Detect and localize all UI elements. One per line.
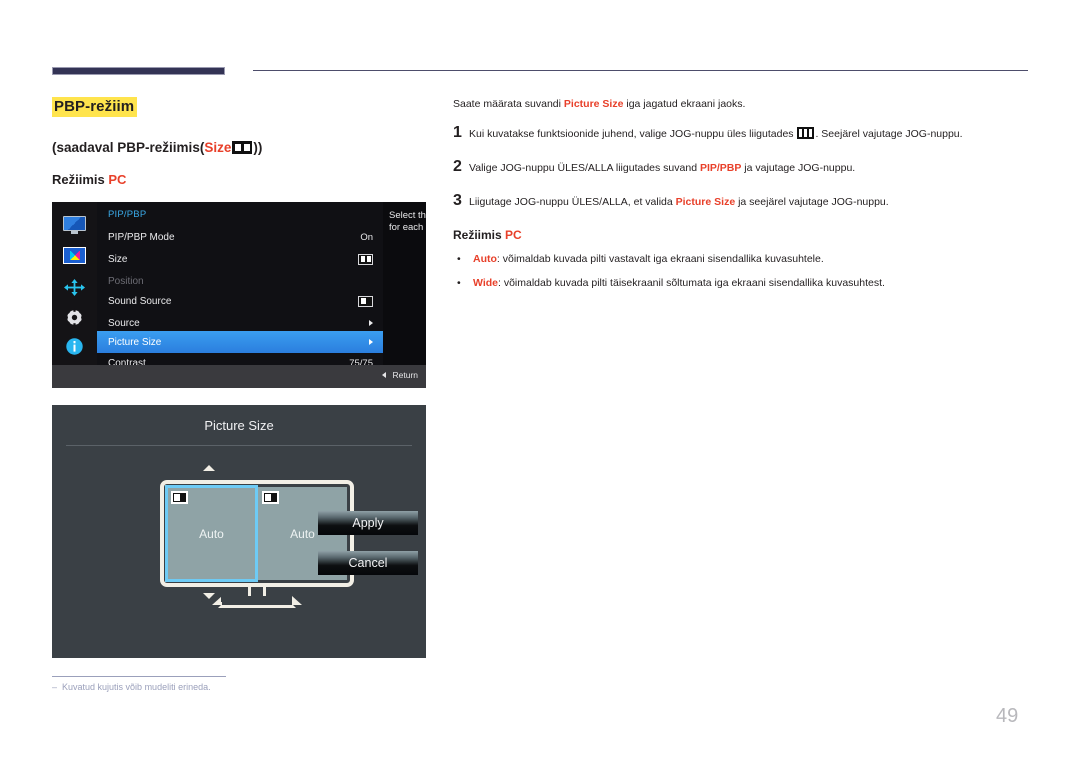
page-title: PBP-režiim: [52, 97, 138, 117]
step-text-part2: ja seejärel vajutage JOG-nuppu.: [735, 196, 889, 208]
mode-heading-label: Režiimis: [453, 228, 506, 242]
bullet-description: : võimaldab kuvada pilti vastavalt iga e…: [496, 253, 824, 265]
pip-pbp-icon[interactable]: [63, 247, 86, 266]
dialog-title: Picture Size: [204, 418, 274, 433]
osd-row-pip-pbp-mode[interactable]: PIP/PBP Mode On: [97, 226, 383, 248]
list-item: 2 Valige JOG-nuppu ÜLES/ALLA liigutades …: [453, 158, 1033, 176]
monitor-neck: [248, 587, 266, 596]
osd-menu-title: PIP/PBP: [108, 209, 147, 220]
step-text-part1: Kui kuvatakse funktsioonide juhend, vali…: [469, 128, 797, 140]
osd-row-label: Position: [108, 275, 144, 287]
list-item: 3 Liigutage JOG-nuppu ÜLES/ALLA, et vali…: [453, 192, 1033, 210]
osd-row-position: Position: [97, 270, 383, 292]
lead-part1: Saate määrata suvandi: [453, 98, 564, 110]
osd-row-label: Size: [108, 253, 128, 265]
list-item: 1 Kui kuvatakse funktsioonide juhend, va…: [453, 124, 1033, 142]
preview-pane-left[interactable]: Auto: [165, 485, 258, 582]
cancel-button[interactable]: Cancel: [318, 551, 418, 575]
footnote-divider: [52, 676, 226, 677]
osd-return-button[interactable]: Return: [382, 370, 418, 380]
osd-bottom-bar: Return: [52, 365, 426, 388]
page-number: 49: [996, 705, 1019, 727]
step-text: Valige JOG-nuppu ÜLES/ALLA liigutades su…: [469, 160, 855, 176]
arrow-up-icon[interactable]: [203, 465, 215, 471]
chevron-right-icon: [369, 339, 373, 345]
step-number: 2: [453, 158, 462, 175]
step-text-part1: Liigutage JOG-nuppu ÜLES/ALLA, et valida: [469, 196, 676, 208]
osd-row-value: On: [360, 231, 373, 243]
list-item: • Auto: võimaldab kuvada pilti vastavalt…: [453, 252, 1033, 267]
step-text: Liigutage JOG-nuppu ÜLES/ALLA, et valida…: [469, 194, 889, 210]
two-pane-icon: [358, 253, 373, 265]
monitor-preview: Auto Auto: [160, 480, 354, 608]
left-pane-icon: [358, 295, 373, 307]
bullet-term: Wide: [473, 277, 498, 289]
footnote-dash: ‒: [52, 682, 58, 692]
options-list: • Auto: võimaldab kuvada pilti vastavalt…: [453, 252, 1033, 291]
bullet-term: Auto: [473, 253, 497, 265]
bullet-text: Wide: võimaldab kuvada pilti täisekraani…: [473, 276, 885, 291]
chevron-left-icon: [382, 372, 387, 378]
osd-row-picture-size[interactable]: Picture Size: [97, 331, 383, 353]
availability-size-label: Size: [204, 140, 232, 155]
lead-highlight: Picture Size: [563, 98, 624, 110]
step-text: Kui kuvatakse funktsioonide juhend, vali…: [469, 126, 963, 142]
position-arrows-icon[interactable]: [63, 278, 86, 297]
osd-row-sound-source[interactable]: Sound Source: [97, 290, 383, 312]
instructions-column: Saate määrata suvandi Picture Size iga j…: [453, 97, 1033, 300]
dialog-divider: [66, 445, 412, 446]
bullet-description: : võimaldab kuvada pilti täisekraanil sõ…: [498, 277, 885, 289]
mode-heading-value: PC: [505, 228, 522, 242]
availability-suffix: )): [253, 140, 263, 155]
header-accent-bar: [52, 67, 225, 75]
availability-prefix: (saadaval PBP-režiimis(: [52, 140, 205, 155]
apply-button[interactable]: Apply: [318, 511, 418, 535]
step-text-part1: Valige JOG-nuppu ÜLES/ALLA liigutades su…: [469, 162, 700, 174]
two-pane-icon: [232, 141, 253, 154]
header-rule-line: [253, 70, 1028, 71]
chevron-right-icon: [369, 320, 373, 326]
instructions-lead: Saate määrata suvandi Picture Size iga j…: [453, 97, 1033, 112]
footnote-text: Kuvatud kujutis võib mudeliti erineda.: [62, 682, 211, 692]
osd-row-label: Picture Size: [108, 336, 162, 348]
osd-row-size[interactable]: Size: [97, 248, 383, 270]
osd-info-text: Select the source for each screen.: [389, 210, 426, 233]
steps-list: 1 Kui kuvatakse funktsioonide juhend, va…: [453, 124, 1033, 210]
bullet-text: Auto: võimaldab kuvada pilti vastavalt i…: [473, 252, 824, 267]
list-item: • Wide: võimaldab kuvada pilti täisekraa…: [453, 276, 1033, 291]
step-text-part2: . Seejärel vajutage JOG-nuppu.: [815, 128, 963, 140]
lead-part2: iga jagatud ekraani jaoks.: [623, 98, 746, 110]
picture-size-dialog-screenshot: Picture Size Auto Auto Apply Cancel: [52, 405, 426, 658]
step-text-part2: ja vajutage JOG-nuppu.: [741, 162, 856, 174]
osd-row-label: Sound Source: [108, 295, 172, 307]
osd-icon-rail: [52, 202, 97, 365]
bullet-marker: •: [457, 277, 461, 289]
mode-heading-right: Režiimis PC: [453, 228, 1033, 242]
osd-row-label: PIP/PBP Mode: [108, 231, 175, 243]
step-text-highlight: Picture Size: [675, 196, 736, 208]
mode-heading-value: PC: [108, 172, 127, 187]
preview-pane-right-label: Auto: [290, 526, 315, 541]
preview-pane-left-label: Auto: [199, 526, 224, 541]
monitor-icon[interactable]: [63, 216, 86, 235]
dialog-stage: Auto Auto Apply Cancel: [66, 455, 418, 645]
availability-note: (saadaval PBP-režiimis( Size )): [52, 140, 262, 155]
mode-heading-left: Režiimis PC: [52, 172, 126, 187]
info-icon[interactable]: [63, 337, 86, 356]
step-number: 3: [453, 192, 462, 209]
monitor-base: [212, 596, 302, 608]
bullet-marker: •: [457, 253, 461, 265]
step-text-highlight: PIP/PBP: [699, 162, 742, 174]
osd-menu-screenshot: PIP/PBP PIP/PBP Mode On Size Position So…: [52, 202, 426, 388]
osd-three-bars-icon: [797, 127, 815, 139]
mode-heading-label: Režiimis: [52, 172, 109, 187]
osd-return-label: Return: [392, 370, 418, 380]
footnote: ‒ Kuvatud kujutis võib mudeliti erineda.: [52, 682, 211, 692]
osd-row-label: Source: [108, 317, 140, 329]
gear-icon[interactable]: [63, 308, 86, 327]
left-pane-icon: [262, 491, 279, 504]
left-pane-icon: [171, 491, 188, 504]
step-number: 1: [453, 124, 462, 141]
